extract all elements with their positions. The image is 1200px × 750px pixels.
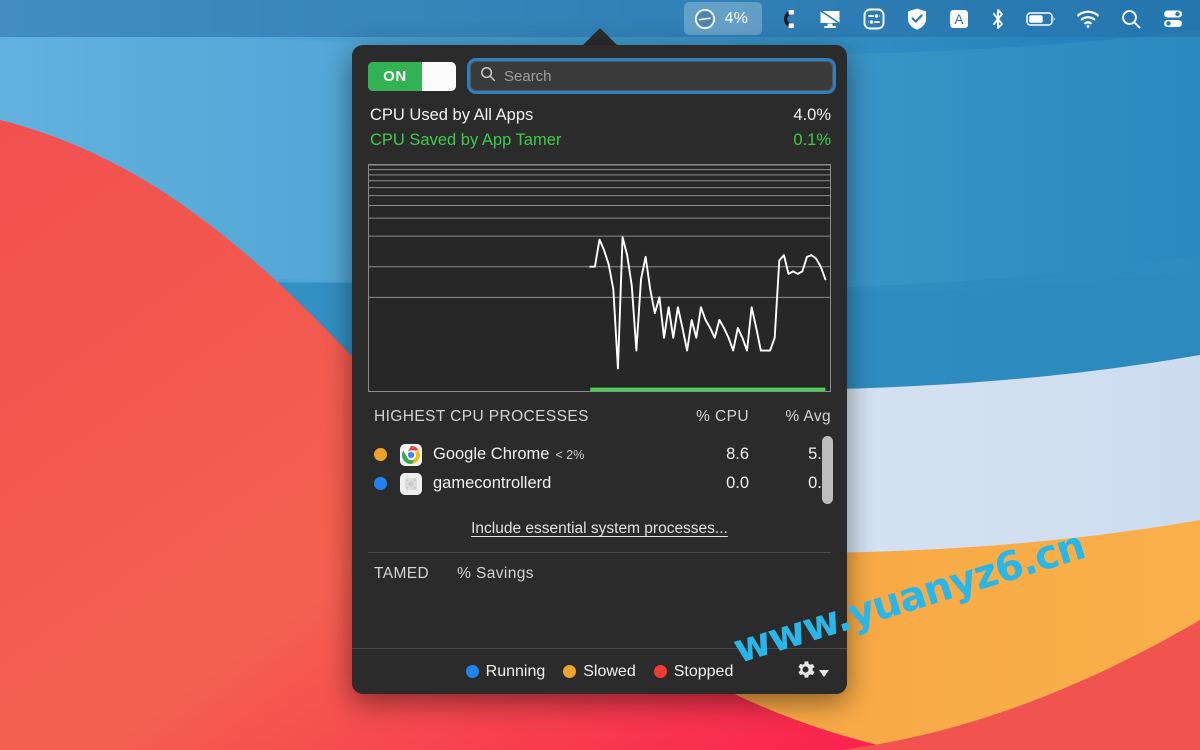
letter-a-icon: A	[950, 9, 968, 28]
adguard-menu-icon[interactable]	[896, 0, 938, 37]
process-avg: 0.5	[808, 474, 831, 492]
magnet-icon	[783, 9, 794, 28]
settings-menu-button[interactable]	[794, 658, 829, 686]
process-header-avg: % Avg	[785, 408, 831, 425]
search-input[interactable]	[504, 67, 823, 85]
search-icon	[480, 66, 496, 87]
toggle-knob	[422, 61, 456, 91]
battery-icon	[1026, 11, 1055, 26]
shield-check-icon	[908, 8, 926, 30]
legend-stopped: Stopped	[653, 662, 734, 681]
process-avg: 5.0	[808, 445, 831, 463]
legend-label-running: Running	[485, 662, 546, 680]
cpu-used-label: CPU Used by All Apps	[370, 106, 534, 124]
toggle-on-label: ON	[368, 61, 422, 91]
process-cpu: 8.6	[726, 445, 749, 463]
process-list: Google Chrome < 2% 8.6 5.0 gamecontrolle…	[352, 436, 847, 504]
legend-label-slowed: Slowed	[583, 662, 636, 680]
chrome-icon	[400, 443, 422, 466]
cpu-saved-row: CPU Saved by App Tamer 0.1%	[370, 128, 831, 153]
status-dot	[374, 448, 387, 461]
table-row[interactable]: gamecontrollerd 0.0 0.5	[374, 469, 831, 498]
process-list-scrollbar[interactable]	[822, 436, 833, 504]
search-field[interactable]	[470, 61, 833, 91]
chevron-down-icon	[819, 670, 829, 677]
process-name: gamecontrollerd	[433, 474, 552, 492]
chart-gridlines	[369, 165, 830, 298]
process-cpu: 0.0	[726, 474, 749, 492]
include-system-processes-link[interactable]: Include essential system processes...	[352, 520, 847, 538]
tamed-table-header: TAMED % Savings	[352, 553, 847, 583]
tamed-header-title: TAMED	[374, 565, 430, 582]
display-icon	[820, 9, 840, 28]
legend-label-stopped: Stopped	[673, 662, 734, 680]
process-header-cpu: % CPU	[696, 408, 749, 425]
process-limit: < 2%	[555, 448, 585, 462]
svg-text:A: A	[954, 12, 963, 27]
process-table-header: HIGHEST CPU PROCESSES % CPU % Avg	[352, 392, 847, 426]
popover-footer: Running Slowed Stopped	[352, 648, 847, 694]
control-center-menu-icon[interactable]	[1152, 0, 1194, 37]
legend-dot-running	[465, 665, 479, 678]
battery-menu-icon[interactable]	[1016, 0, 1066, 37]
legend-dot-slowed	[563, 665, 577, 678]
process-name: Google Chrome	[433, 445, 550, 463]
cleanmymac-menu-icon[interactable]	[766, 0, 808, 37]
legend-slowed: Slowed	[563, 662, 636, 681]
cpu-used-row: CPU Used by All Apps 4.0%	[370, 103, 831, 128]
status-dot	[374, 477, 387, 490]
daemon-icon	[400, 472, 422, 495]
cpu-saved-label: CPU Saved by App Tamer	[370, 131, 562, 149]
input-source-menu-icon[interactable]: A	[938, 0, 980, 37]
process-name-cell: gamecontrollerd	[433, 474, 673, 493]
popover-toolbar: ON	[352, 45, 847, 91]
sliders-circle-icon	[863, 8, 885, 29]
bluetooth-menu-icon[interactable]	[980, 0, 1016, 37]
app-tamer-on-off-toggle[interactable]: ON	[368, 61, 456, 91]
chart-cpu-line	[589, 236, 827, 370]
menubar-apptamer-item[interactable]: 4%	[684, 2, 762, 35]
process-name-cell: Google Chrome < 2%	[433, 445, 673, 464]
gear-icon	[794, 658, 817, 686]
popover-arrow	[582, 28, 618, 46]
cpu-stats: CPU Used by All Apps 4.0% CPU Saved by A…	[352, 91, 847, 153]
legend-dot-stopped	[653, 665, 667, 678]
shortcuts-menu-icon[interactable]	[852, 0, 896, 37]
apptamer-cpu-percent: 4%	[724, 9, 748, 27]
display-menu-icon[interactable]	[808, 0, 852, 37]
cpu-used-value: 4.0%	[793, 106, 831, 124]
legend-running: Running	[465, 662, 546, 681]
tamed-header-savings: % Savings	[457, 565, 534, 582]
control-center-icon	[1164, 10, 1182, 27]
table-row[interactable]: Google Chrome < 2% 8.6 5.0	[374, 440, 831, 469]
wifi-menu-icon[interactable]	[1066, 0, 1110, 37]
apptamer-gauge-icon	[694, 8, 716, 30]
search-icon	[1122, 9, 1141, 28]
process-header-title: HIGHEST CPU PROCESSES	[374, 408, 589, 425]
app-tamer-popover: ON CPU Used by All Apps 4.0% CPU Saved b…	[352, 45, 847, 694]
spotlight-menu-icon[interactable]	[1110, 0, 1152, 37]
cpu-history-graph	[368, 164, 831, 392]
wifi-icon	[1077, 10, 1099, 28]
bluetooth-icon	[993, 8, 1003, 29]
cpu-saved-value: 0.1%	[793, 131, 831, 149]
